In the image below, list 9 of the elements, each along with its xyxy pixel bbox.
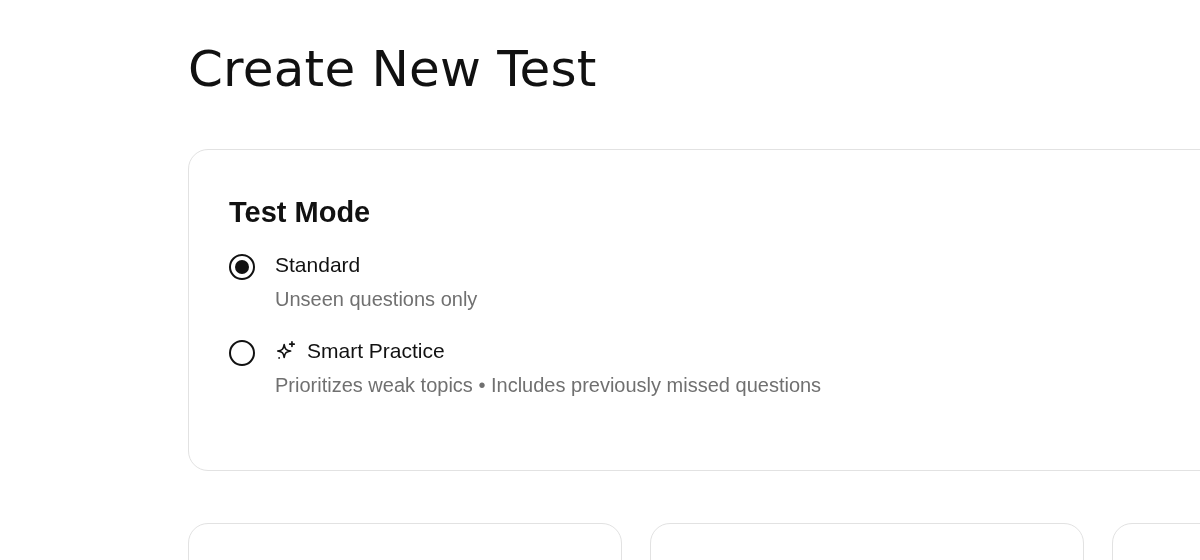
option-description: Prioritizes weak topics • Includes previously missed questions: [275, 373, 822, 398]
section-heading: Test Mode: [229, 195, 372, 230]
option-label: Smart Practice: [307, 338, 445, 364]
option-description: Unseen questions only: [275, 287, 478, 312]
sparkle-icon: [275, 340, 297, 362]
option-label: Standard: [275, 252, 361, 278]
radio-button[interactable]: [229, 254, 255, 280]
radio-button[interactable]: [229, 340, 255, 366]
page-title: Create New Test: [188, 39, 598, 100]
